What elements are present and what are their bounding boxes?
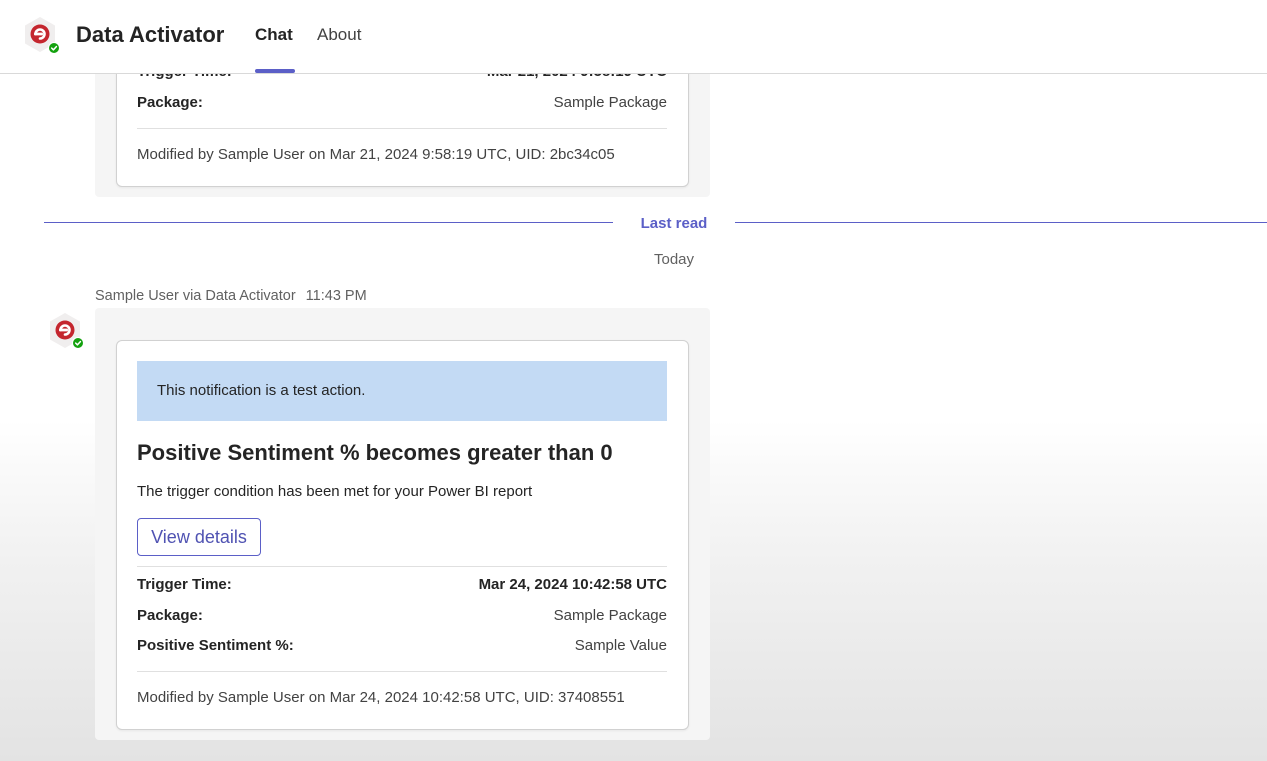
package-label: Package: — [137, 607, 203, 624]
test-action-banner-text: This notification is a test action. — [157, 382, 366, 399]
previous-package-label: Package: — [137, 94, 203, 111]
test-action-banner: This notification is a test action. — [137, 361, 667, 421]
active-tab-indicator — [255, 69, 295, 73]
trigger-time-label: Trigger Time: — [137, 576, 232, 593]
notification-description: The trigger condition has been met for y… — [137, 483, 533, 500]
presence-available-icon — [48, 42, 60, 54]
previous-package-value: Sample Package — [553, 94, 667, 111]
app-header: Data Activator Chat About — [0, 0, 1267, 74]
modified-footer: Modified by Sample User on Mar 24, 2024 … — [137, 689, 625, 706]
last-read-line-left — [44, 222, 613, 223]
previous-modified-footer: Modified by Sample User on Mar 21, 2024 … — [137, 146, 615, 163]
data-activator-logo-icon[interactable] — [20, 15, 60, 55]
presence-available-icon — [72, 337, 84, 349]
positive-sentiment-label: Positive Sentiment %: — [137, 637, 294, 654]
trigger-time-value: Mar 24, 2024 10:42:58 UTC — [478, 576, 667, 593]
app-title: Data Activator — [76, 22, 225, 47]
previous-divider — [137, 128, 667, 129]
last-read-label: Last read — [640, 215, 708, 232]
package-value: Sample Package — [553, 607, 667, 624]
message-sender-line: Sample User via Data Activator 11:43 PM — [95, 286, 367, 306]
details-top-divider — [137, 566, 667, 567]
tab-about[interactable]: About — [317, 24, 361, 46]
day-divider-label: Today — [653, 251, 695, 268]
positive-sentiment-value: Sample Value — [574, 637, 667, 654]
last-read-line-right — [735, 222, 1267, 223]
sender-name: Sample User via Data Activator — [95, 288, 296, 304]
tab-chat[interactable]: Chat — [255, 24, 293, 46]
message-timestamp: 11:43 PM — [305, 288, 367, 304]
view-details-button[interactable]: View details — [137, 518, 261, 556]
details-bottom-divider — [137, 671, 667, 672]
notification-title: Positive Sentiment % becomes greater tha… — [137, 440, 613, 465]
sender-avatar[interactable] — [45, 311, 85, 351]
